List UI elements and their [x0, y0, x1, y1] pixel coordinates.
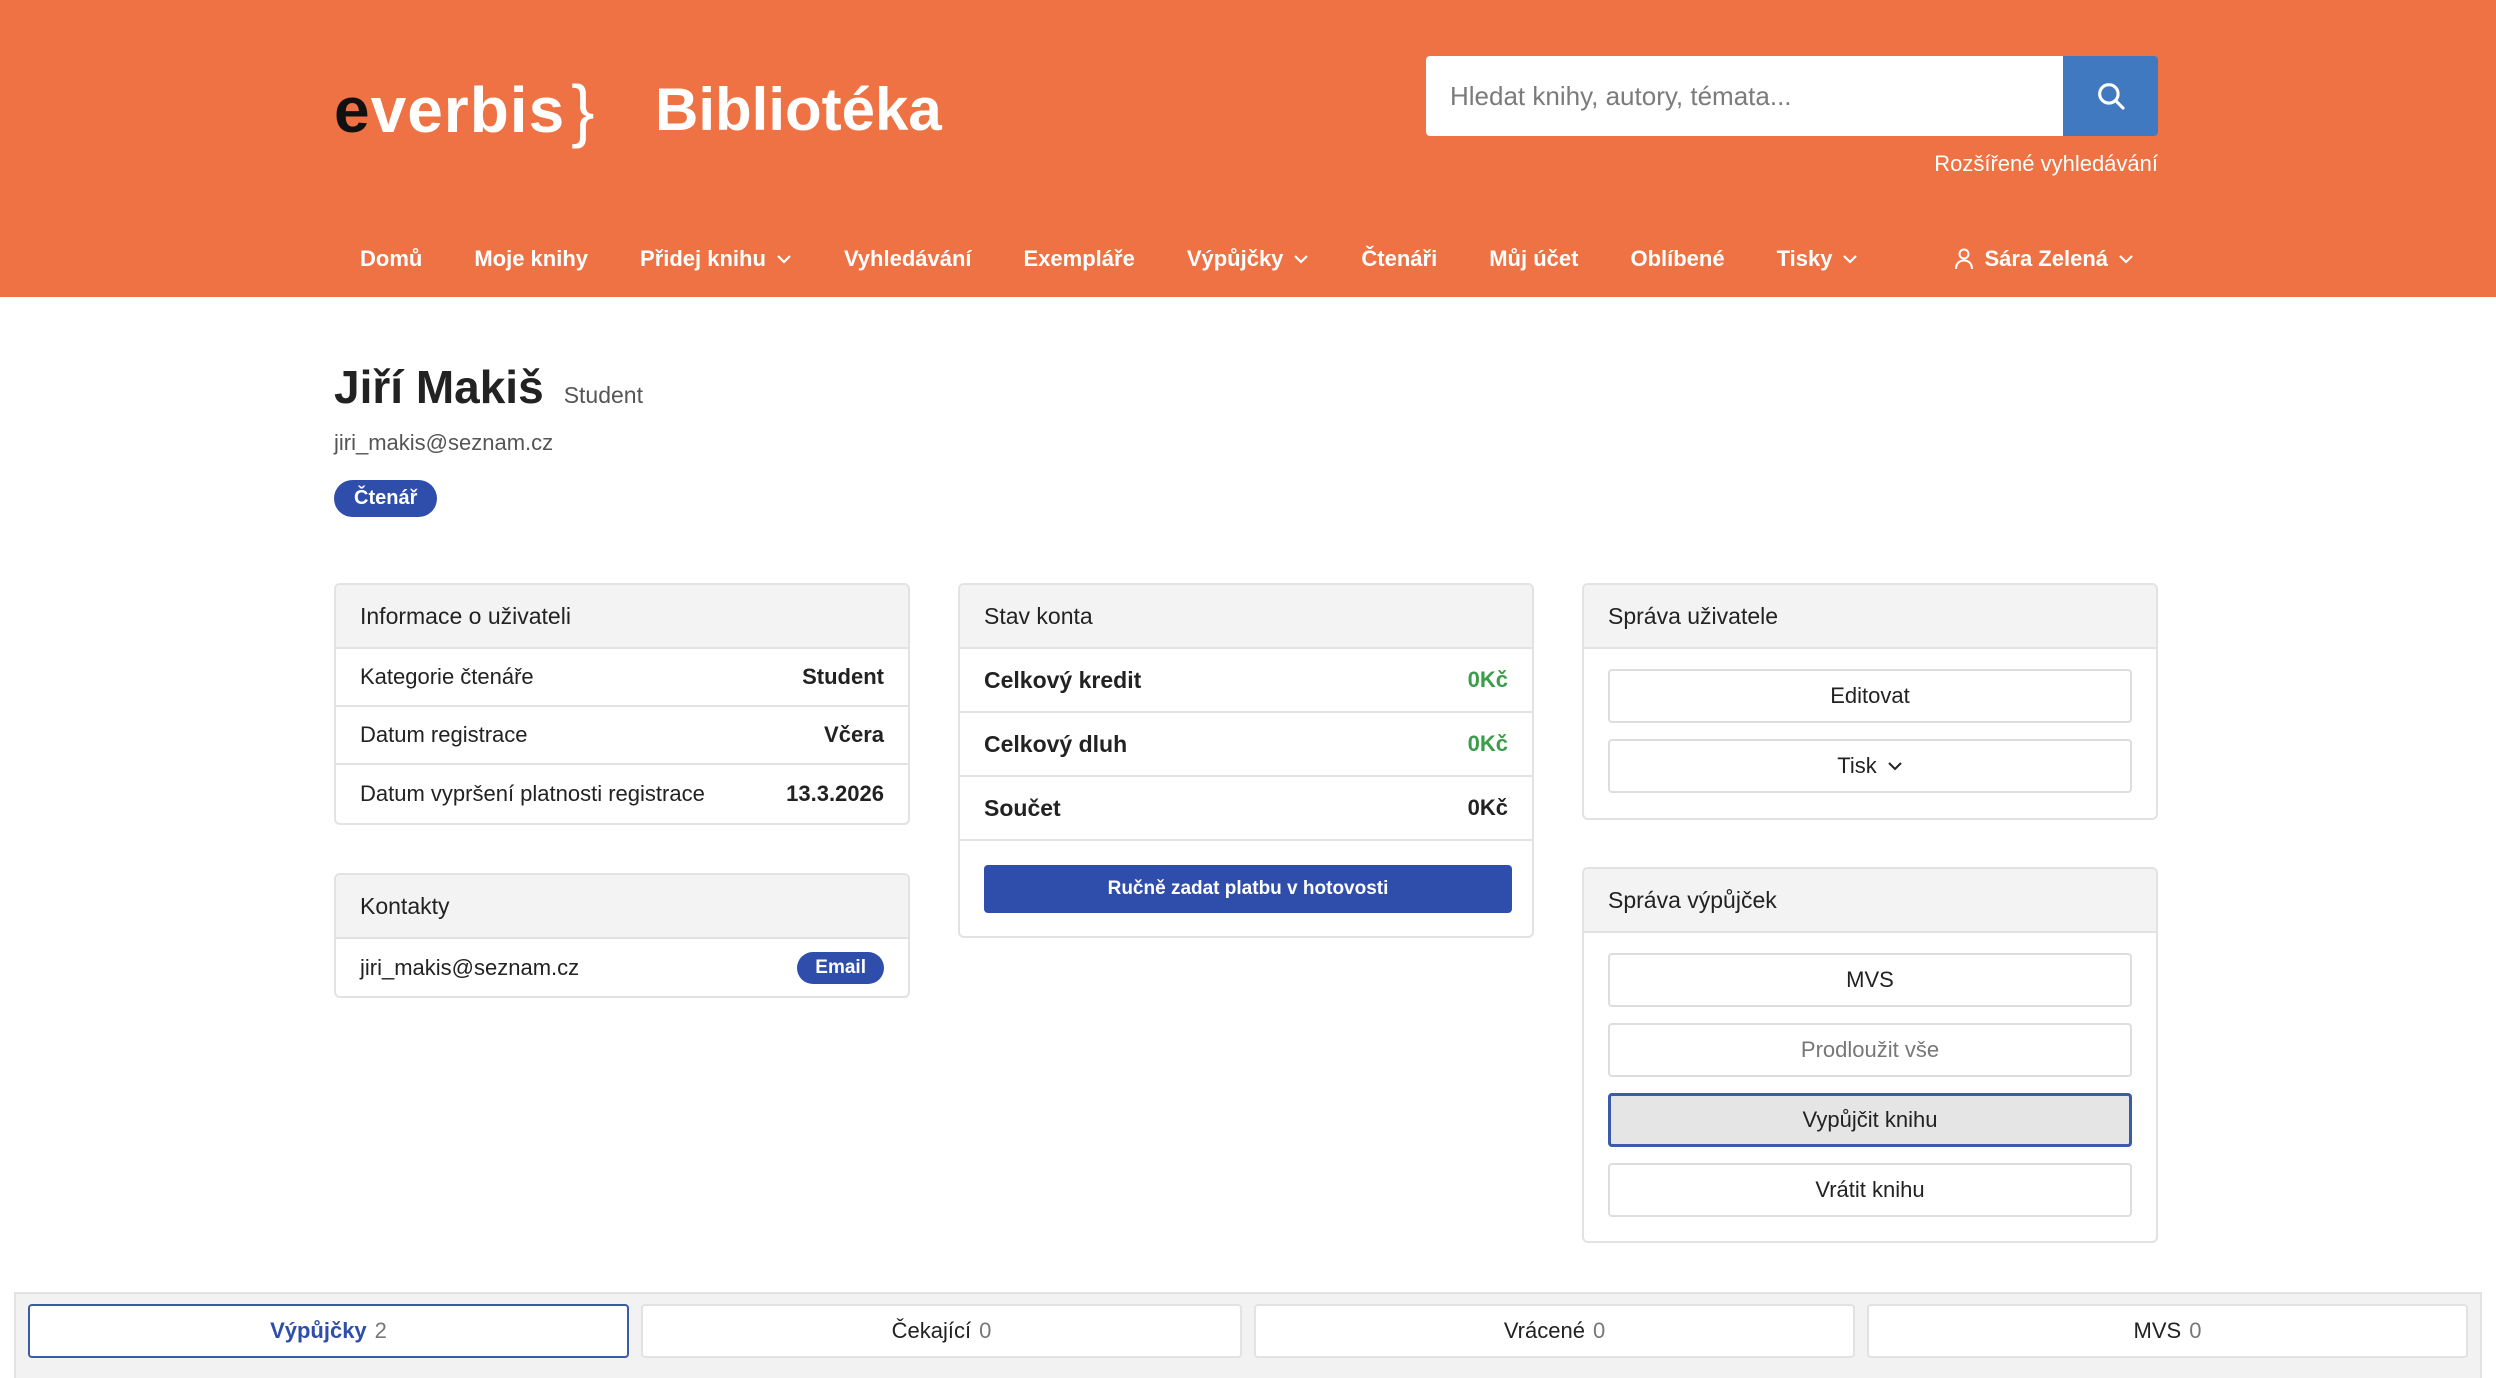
- search-bar: [1426, 56, 2158, 136]
- contacts-card: Kontakty jiri_makis@seznam.cz Email: [334, 873, 910, 998]
- profile-name: Jiří Makiš: [334, 361, 544, 413]
- logo-text: verbis: [370, 74, 566, 146]
- card-title: Kontakty: [336, 875, 908, 939]
- info-value: 13.3.2026: [786, 781, 884, 806]
- loans-tab-bar: Výpůjčky 2 Čekající 0 Vrácené 0 MVS 0: [14, 1292, 2482, 1378]
- nav-label: Tisky: [1776, 246, 1833, 271]
- tab-pending[interactable]: Čekající 0: [641, 1304, 1242, 1358]
- account-status-card: Stav konta Celkový kredit 0Kč Celkový dl…: [958, 583, 1534, 938]
- nav-home[interactable]: Domů: [334, 246, 448, 272]
- chevron-down-icon: [1843, 255, 1858, 264]
- tab-label: MVS: [2133, 1318, 2182, 1343]
- borrow-book-button[interactable]: Vypůjčit knihu: [1608, 1093, 2132, 1147]
- nav-favorites[interactable]: Oblíbené: [1604, 246, 1750, 272]
- nav-loans[interactable]: Výpůjčky: [1161, 246, 1336, 272]
- contact-email[interactable]: jiri_makis@seznam.cz: [360, 955, 579, 981]
- user-management-card: Správa uživatele Editovat Tisk: [1582, 583, 2158, 820]
- nav-copies[interactable]: Exempláře: [998, 246, 1161, 272]
- profile-heading: Jiří Makiš Student: [334, 360, 643, 414]
- nav-prints[interactable]: Tisky: [1751, 246, 1885, 272]
- account-value: 0Kč: [1467, 731, 1508, 756]
- nav-label: Výpůjčky: [1186, 246, 1284, 271]
- info-label: Kategorie čtenáře: [360, 664, 534, 689]
- card-title: Stav konta: [960, 585, 1532, 649]
- everbis-logo[interactable]: e verbis}: [334, 70, 596, 150]
- manual-cash-payment-button[interactable]: Ručně zadat platbu v hotovosti: [984, 865, 1512, 913]
- print-label: Tisk: [1837, 753, 1877, 778]
- tab-label: Výpůjčky: [270, 1318, 367, 1343]
- user-menu[interactable]: Sára Zelená: [1954, 235, 2162, 283]
- info-value: Student: [802, 664, 884, 689]
- nav-label: Přidej knihu: [640, 246, 766, 271]
- nav-label: Vyhledávání: [843, 246, 972, 271]
- info-label: Datum registrace: [360, 722, 528, 747]
- chevron-down-icon: [2119, 255, 2133, 264]
- card-title: Správa výpůjček: [1584, 869, 2156, 933]
- account-label: Celkový kredit: [984, 666, 1142, 693]
- tab-count: 2: [374, 1318, 387, 1343]
- logo-brace: }: [571, 71, 596, 149]
- info-label: Datum vypršení platnosti registrace: [360, 781, 705, 806]
- info-row: Kategorie čtenáře Student: [336, 649, 908, 707]
- tab-count: 0: [979, 1318, 992, 1343]
- loans-management-card: Správa výpůjček MVS Prodloužit vše Vypůj…: [1582, 867, 2158, 1243]
- tab-count: 0: [1592, 1318, 1606, 1343]
- tab-loans[interactable]: Výpůjčky 2: [28, 1304, 629, 1358]
- nav-label: Domů: [360, 246, 423, 271]
- nav-my-account[interactable]: Můj účet: [1463, 246, 1604, 272]
- tab-count: 0: [2189, 1318, 2202, 1343]
- account-label: Součet: [984, 794, 1061, 821]
- account-value: 0Kč: [1467, 667, 1508, 692]
- search-button[interactable]: [2063, 56, 2158, 136]
- nav-label: Moje knihy: [474, 246, 589, 271]
- user-icon: [1955, 248, 1974, 270]
- role-badge: Čtenář: [334, 480, 438, 517]
- user-name: Sára Zelená: [1984, 246, 2108, 271]
- nav-add-book[interactable]: Přidej knihu: [614, 246, 818, 272]
- chevron-down-icon: [1888, 762, 1902, 771]
- contact-row: jiri_makis@seznam.cz Email: [336, 939, 908, 996]
- nav-label: Oblíbené: [1630, 246, 1725, 271]
- top-header: everbis} Bibliotéka Rozšířené vyhledáván…: [0, 0, 2496, 297]
- search-icon: [2097, 83, 2125, 110]
- tab-mvs[interactable]: MVS 0: [1867, 1304, 2468, 1358]
- account-row: Součet 0Kč: [960, 777, 1532, 841]
- nav-my-books[interactable]: Moje knihy: [448, 246, 614, 272]
- contact-type-badge: Email: [797, 952, 884, 984]
- profile-category: Student: [563, 382, 643, 408]
- search-input[interactable]: [1426, 56, 2063, 136]
- chevron-down-icon: [777, 255, 791, 264]
- main-nav: Domů Moje knihy Přidej knihu Vyhledávání…: [334, 235, 1884, 283]
- info-value: Včera: [824, 722, 884, 747]
- account-row: Celkový kredit 0Kč: [960, 649, 1532, 713]
- nav-readers[interactable]: Čtenáři: [1335, 246, 1463, 272]
- profile-email: jiri_makis@seznam.cz: [334, 430, 554, 455]
- nav-label: Čtenáři: [1361, 246, 1438, 271]
- info-row: Datum registrace Včera: [336, 707, 908, 765]
- card-title: Správa uživatele: [1584, 585, 2156, 649]
- edit-button[interactable]: Editovat: [1608, 669, 2132, 723]
- extend-all-button[interactable]: Prodloužit vše: [1608, 1023, 2132, 1077]
- account-value: 0Kč: [1467, 795, 1508, 820]
- card-title: Informace o uživateli: [336, 585, 908, 649]
- tab-label: Vrácené: [1503, 1318, 1585, 1343]
- nav-label: Můj účet: [1489, 246, 1579, 271]
- nav-search[interactable]: Vyhledávání: [818, 246, 998, 272]
- return-book-button[interactable]: Vrátit knihu: [1608, 1163, 2132, 1217]
- user-info-card: Informace o uživateli Kategorie čtenáře …: [334, 583, 910, 825]
- tab-returned[interactable]: Vrácené 0: [1254, 1304, 1855, 1358]
- tab-label: Čekající: [891, 1318, 972, 1343]
- nav-label: Exempláře: [1023, 246, 1135, 271]
- account-row: Celkový dluh 0Kč: [960, 713, 1532, 777]
- logo-letter-e: e: [334, 74, 371, 146]
- chevron-down-icon: [1294, 255, 1309, 264]
- site-title: Bibliotéka: [655, 76, 942, 143]
- info-row: Datum vypršení platnosti registrace 13.3…: [336, 765, 908, 823]
- advanced-search-link[interactable]: Rozšířené vyhledávání: [1934, 151, 2158, 177]
- account-label: Celkový dluh: [984, 730, 1128, 757]
- mvs-button[interactable]: MVS: [1608, 953, 2132, 1007]
- print-dropdown-button[interactable]: Tisk: [1608, 739, 2132, 793]
